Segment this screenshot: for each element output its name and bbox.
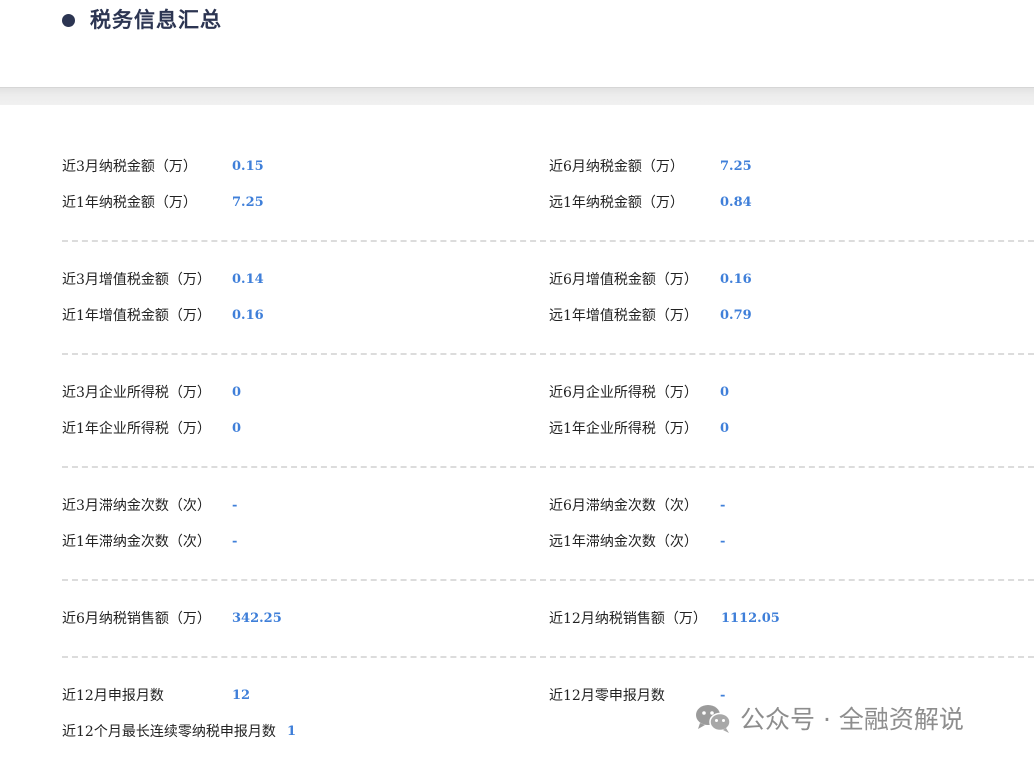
left-metric-value: - xyxy=(232,534,238,549)
right-metric-value: 0.79 xyxy=(720,308,752,323)
right-metric-label: 近6月企业所得税（万） xyxy=(549,385,698,401)
left-metric-value: 7.25 xyxy=(232,195,264,210)
right-metric-value: 0 xyxy=(720,421,730,436)
left-metric-value: 12 xyxy=(232,688,251,703)
metric-row: 近3月纳税金额（万） 0.15 近6月纳税金额（万） 7.25 xyxy=(0,156,1034,178)
right-metric-label: 近6月滞纳金次数（次） xyxy=(549,498,698,514)
metric-row: 近6月纳税销售额（万） 342.25 近12月纳税销售额（万） 1112.05 xyxy=(0,608,1034,630)
left-metric-label: 近12个月最长连续零纳税申报月数 xyxy=(62,724,276,740)
left-metric-value: 0 xyxy=(232,385,242,400)
left-metric-value: 1 xyxy=(287,724,297,739)
left-metric-value: 0.14 xyxy=(232,272,264,287)
metric-row: 近1年滞纳金次数（次） - 远1年滞纳金次数（次） - xyxy=(0,531,1034,553)
left-metric-label: 近3月企业所得税（万） xyxy=(62,385,211,401)
left-metric-label: 近6月纳税销售额（万） xyxy=(62,611,211,627)
metric-row: 近12月申报月数 12 近12月零申报月数 - xyxy=(0,685,1034,707)
left-metric-label: 近3月纳税金额（万） xyxy=(62,159,197,175)
left-metric-value: 0 xyxy=(232,421,242,436)
section-header: 税务信息汇总 xyxy=(0,0,1034,87)
left-metric-label: 近3月增值税金额（万） xyxy=(62,272,211,288)
metric-row: 近1年纳税金额（万） 7.25 远1年纳税金额（万） 0.84 xyxy=(0,192,1034,214)
bullet-dot-icon xyxy=(62,14,75,27)
left-metric-value: 0.16 xyxy=(232,308,264,323)
metric-row: 近1年增值税金额（万） 0.16 远1年增值税金额（万） 0.79 xyxy=(0,305,1034,327)
left-metric-label: 近3月滞纳金次数（次） xyxy=(62,498,211,514)
right-metric-value: 0 xyxy=(720,385,730,400)
left-metric-label: 近1年企业所得税（万） xyxy=(62,421,211,437)
right-metric-label: 近6月纳税金额（万） xyxy=(549,159,684,175)
left-metric-value: 0.15 xyxy=(232,159,264,174)
left-metric-value: - xyxy=(232,498,238,513)
dashed-divider xyxy=(62,579,1034,581)
right-metric-value: 0.16 xyxy=(720,272,752,287)
section-title: 税务信息汇总 xyxy=(90,8,222,32)
right-metric-value: 0.84 xyxy=(720,195,752,210)
right-metric-label: 近12月零申报月数 xyxy=(549,688,665,704)
metric-row: 近3月滞纳金次数（次） - 近6月滞纳金次数（次） - xyxy=(0,495,1034,517)
right-metric-value: - xyxy=(720,498,726,513)
left-metric-label: 近1年纳税金额（万） xyxy=(62,195,197,211)
right-metric-label: 远1年纳税金额（万） xyxy=(549,195,684,211)
right-metric-value: 7.25 xyxy=(720,159,752,174)
metric-row: 近1年企业所得税（万） 0 远1年企业所得税（万） 0 xyxy=(0,418,1034,440)
dashed-divider xyxy=(62,353,1034,355)
dashed-divider xyxy=(62,656,1034,658)
metric-row: 近3月企业所得税（万） 0 近6月企业所得税（万） 0 xyxy=(0,382,1034,404)
right-metric-value: - xyxy=(720,688,726,703)
metric-row: 近3月增值税金额（万） 0.14 近6月增值税金额（万） 0.16 xyxy=(0,269,1034,291)
left-metric-label: 近12月申报月数 xyxy=(62,688,164,704)
right-metric-label: 远1年滞纳金次数（次） xyxy=(549,534,698,550)
metric-row: 近12个月最长连续零纳税申报月数 1 xyxy=(0,721,1034,743)
left-metric-value: 342.25 xyxy=(232,611,282,626)
header-divider-band xyxy=(0,87,1034,105)
right-metric-value: 1112.05 xyxy=(721,611,780,626)
right-metric-value: - xyxy=(720,534,726,549)
right-metric-label: 近6月增值税金额（万） xyxy=(549,272,698,288)
left-metric-label: 近1年增值税金额（万） xyxy=(62,308,211,324)
dashed-divider xyxy=(62,240,1034,242)
right-metric-label: 远1年增值税金额（万） xyxy=(549,308,698,324)
right-metric-label: 近12月纳税销售额（万） xyxy=(549,611,707,627)
left-metric-label: 近1年滞纳金次数（次） xyxy=(62,534,211,550)
dashed-divider xyxy=(62,466,1034,468)
right-metric-label: 远1年企业所得税（万） xyxy=(549,421,698,437)
